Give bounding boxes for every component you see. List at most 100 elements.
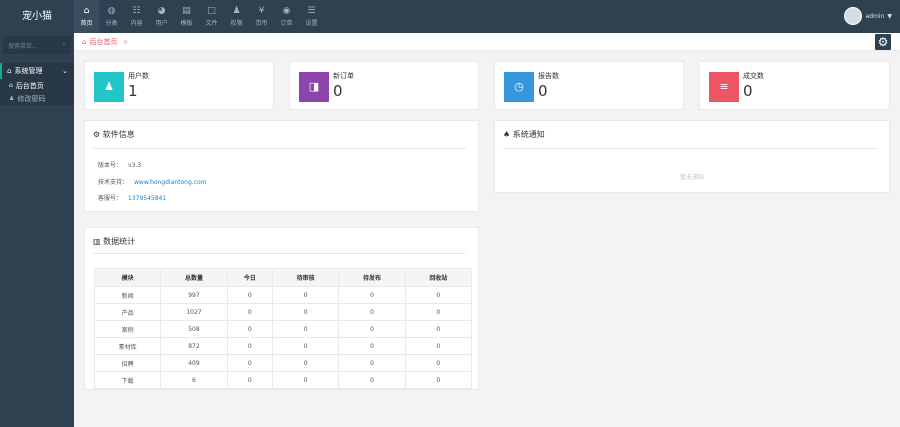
home-icon: ⌂ [83,6,90,16]
search-icon[interactable]: ⌕ [63,41,66,49]
table-cell: 产品 [93,303,162,321]
table-cell: 0 [338,320,406,338]
table-cell: 新闻 [93,286,162,304]
table-cell: 0 [404,354,473,372]
system-notice-panel: ♠ 系统通知 暂无通知 [494,120,890,193]
user-icon: ♟ [9,95,15,102]
search-input[interactable]: 搜索菜单... [8,41,38,50]
nav-item-8[interactable]: ◉ 订单 [274,0,299,33]
person-icon: ♟ [232,6,241,16]
table-cell: 872 [160,337,228,355]
table-cell: 508 [160,320,228,338]
sitemap-icon: ☷ [132,6,141,16]
layers-icon: ≡ [709,72,739,102]
table-row: 产品 1027 0 0 0 0 [93,303,473,321]
tab-label: 后台首页 [89,38,118,46]
table-cell: 0 [272,286,340,304]
brand-logo[interactable]: 宠小猫 [0,0,74,33]
table-cell: 案例 [93,320,162,338]
sidebar-item-label: 修改密码 [17,94,46,103]
table-cell: 1027 [160,303,228,321]
panel-title: ⚙ 软件信息 [93,130,135,139]
sidebar-item-label: 后台首页 [15,81,44,90]
home-icon: ⌂ [82,38,87,46]
notice-empty-text: 暂无通知 [679,174,704,181]
table-cell: 0 [226,371,274,389]
home-icon: ⌂ [7,67,12,75]
nav-item-label: 分类 [105,20,118,27]
tab-dashboard[interactable]: ⌂ 后台首页 × [82,37,128,47]
software-info-panel: ⚙ 软件信息 版本号： v3.3 技术支持： www.hongdiantong.co… [84,120,479,212]
table-row: 下载 6 0 0 0 0 [93,371,473,389]
table-cell: 0 [338,303,406,321]
table-cell: 0 [272,320,340,338]
stat-label: 报告数 [538,72,559,80]
sidebar-search[interactable]: 搜索菜单... ⌕ [3,36,71,54]
sidebar-group-label: 系统管理 [14,67,43,75]
table-header: 待审核 [272,268,340,287]
nav-item-2[interactable]: ☷ 内容 [124,0,149,33]
table-row: 招聘 409 0 0 0 0 [93,354,473,372]
stat-card-reports: ◷ 报告数 0 [494,61,684,110]
user-menu[interactable]: admin ▼ [843,7,892,25]
avatar[interactable] [843,7,862,25]
top-nav-menu: ⌂ 首页 ◍ 分类 ☷ 内容 ◕ 用户 ▤ 模板 □ 文件 ♟ 权限 ¥ 货币 ◉ 订单 ☰ 设置 [74,0,324,33]
nav-item-9[interactable]: ☰ 设置 [299,0,324,33]
stats-table: 模块 总数量 今日 待审核 待发布 回收站 新闻 997 0 0 0 0 产品 1027 0 0 0 0 案例 50… [93,268,473,389]
nav-item-0[interactable]: ⌂ 首页 [74,0,99,33]
stat-value: 0 [743,82,753,100]
stat-value: 0 [333,82,343,100]
stat-label: 用户数 [128,72,149,80]
stat-card-orders: ◨ 新订单 0 [289,61,479,110]
table-header: 模块 [93,268,162,287]
page-tabs: ⌂ 后台首页 × ⚙ [74,33,900,51]
chevron-down-icon[interactable]: ▼ [887,13,892,20]
table-cell: 0 [272,303,340,321]
table-cell: 0 [338,286,406,304]
data-stats-panel: ▥ 数据统计 模块 总数量 今日 待审核 待发布 回收站 新闻 997 0 0 0 0 产品 1027 0… [84,227,479,390]
stat-value: 0 [538,82,548,100]
support-link[interactable]: www.hongdiantong.com [134,179,206,186]
info-row-service: 客服号： 1379545841 [98,195,167,202]
table-header: 回收站 [404,268,473,287]
stat-label: 成交数 [743,72,764,80]
nav-item-7[interactable]: ¥ 货币 [249,0,274,33]
grid-icon: ▤ [182,6,191,16]
table-cell: 0 [226,320,274,338]
table-header: 待发布 [338,268,406,287]
table-cell: 素材库 [93,337,162,355]
table-cell: 0 [226,303,274,321]
nav-item-label: 货币 [255,20,268,27]
nav-item-label: 用户 [155,20,168,27]
nav-item-6[interactable]: ♟ 权限 [224,0,249,33]
table-cell: 招聘 [93,354,162,372]
close-icon[interactable]: × [122,38,128,46]
nav-item-1[interactable]: ◍ 分类 [99,0,124,33]
table-cell: 0 [404,286,473,304]
nav-item-label: 内容 [130,20,143,27]
gear-icon[interactable]: ⚙ [875,34,891,50]
nav-item-3[interactable]: ◕ 用户 [149,0,174,33]
stat-label: 新订单 [333,72,354,80]
info-row-version: 版本号： v3.3 [98,162,142,169]
sidebar-item-dashboard[interactable]: ⌂ 后台首页 [0,79,74,92]
user-name[interactable]: admin [866,13,885,20]
sidebar-group-system[interactable]: ⌂ 系统管理 ⌄ [0,63,74,79]
nav-item-5[interactable]: □ 文件 [199,0,224,33]
table-cell: 0 [226,337,274,355]
bar-chart-icon: ▥ [93,237,101,246]
table-cell: 0 [272,337,340,355]
clock-icon: ◷ [504,72,534,102]
nav-item-4[interactable]: ▤ 模板 [174,0,199,33]
user-circle-icon: ◕ [157,6,166,16]
table-row: 新闻 997 0 0 0 0 [93,286,473,304]
table-cell: 997 [160,286,228,304]
nav-item-label: 订单 [280,20,293,27]
table-cell: 0 [272,371,340,389]
eye-icon: ◉ [282,6,291,16]
table-cell: 409 [160,354,228,372]
sidebar-item-password[interactable]: ♟ 修改密码 [0,92,74,105]
settings-icon: ☰ [307,6,316,16]
table-cell: 0 [226,286,274,304]
table-header: 今日 [226,268,274,287]
